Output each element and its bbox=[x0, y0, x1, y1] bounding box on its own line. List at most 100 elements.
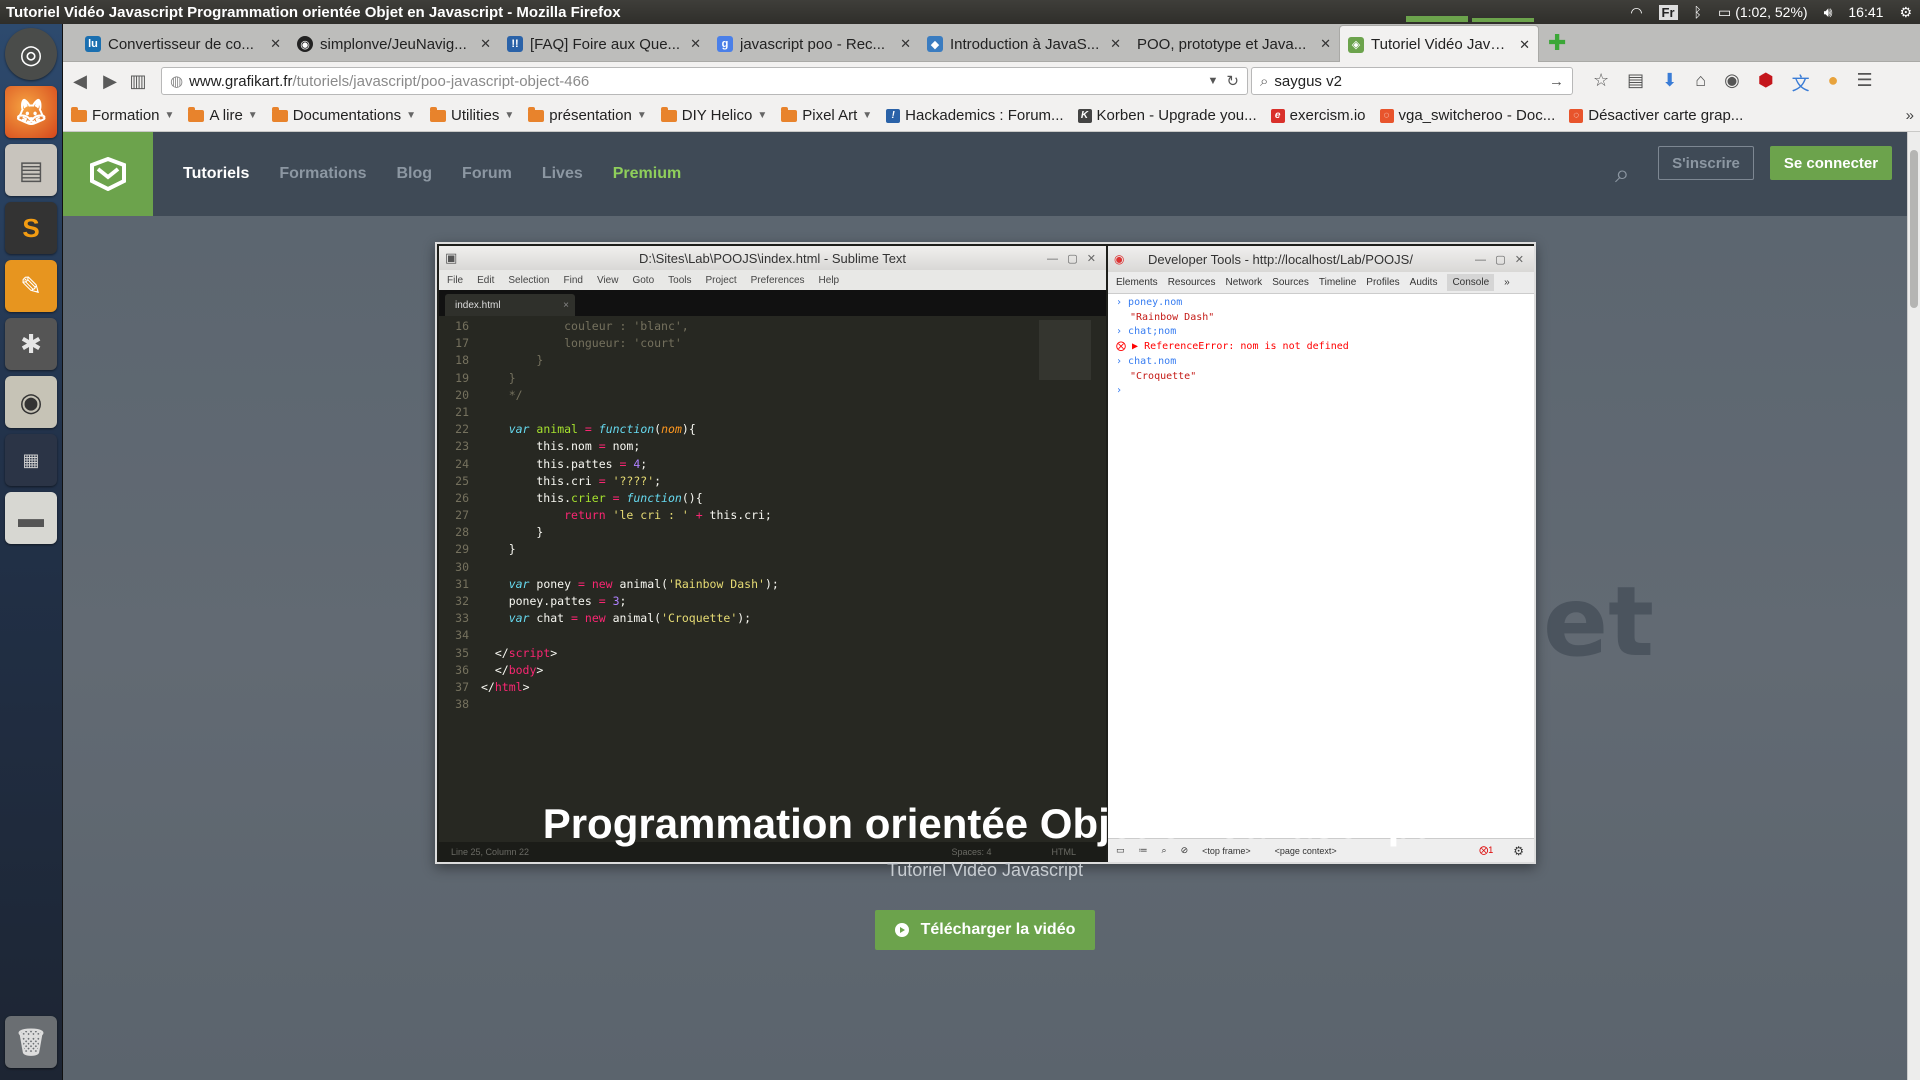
download-icon[interactable]: ⬇ bbox=[1662, 70, 1677, 96]
system-top-bar: Tutoriel Vidéo Javascript Programmation … bbox=[0, 0, 1920, 24]
dropdown-icon[interactable]: ▼ bbox=[1208, 75, 1219, 87]
devtools-tab: Elements bbox=[1116, 277, 1158, 288]
battery-indicator[interactable]: ▭ (1:02, 52%) bbox=[1718, 4, 1808, 21]
wifi-icon[interactable]: ◠ bbox=[1630, 4, 1642, 21]
tab-label: javascript poo - Rec... bbox=[740, 35, 886, 53]
bookmark-folder-utilities[interactable]: Utilities ▼ bbox=[430, 106, 515, 124]
chat-icon[interactable]: ◉ bbox=[1724, 70, 1740, 96]
bookmark-star-icon[interactable]: ☆ bbox=[1593, 70, 1609, 96]
close-icon[interactable]: ✕ bbox=[1110, 36, 1121, 52]
adblock-icon[interactable]: ⬢ bbox=[1758, 70, 1774, 96]
site-info-icon[interactable]: ◍ bbox=[170, 72, 183, 90]
bookmark-desactiver-carte[interactable]: ◌ Désactiver carte grap... bbox=[1569, 107, 1743, 124]
menu-icon[interactable]: ☰ bbox=[1856, 70, 1872, 96]
firefox-launcher-icon[interactable]: 🦊︎ bbox=[5, 86, 57, 138]
close-icon[interactable]: ✕ bbox=[1320, 36, 1331, 52]
devtools-console: › poney.nom "Rainbow Dash" › chat;nom ⨂ … bbox=[1108, 294, 1534, 399]
new-tab-icon[interactable]: ✚ bbox=[1548, 30, 1566, 56]
search-go-icon[interactable]: → bbox=[1549, 73, 1564, 90]
home-icon[interactable]: ⌂ bbox=[1695, 70, 1706, 96]
keyboard-layout[interactable]: Fr bbox=[1658, 4, 1678, 20]
system-settings-launcher-icon[interactable]: ✱ bbox=[5, 318, 57, 370]
tab-0[interactable]: lu Convertisseur de co... ✕ bbox=[77, 26, 289, 62]
tab-4[interactable]: ◆ Introduction à JavaS... ✕ bbox=[919, 26, 1129, 62]
close-icon: × bbox=[563, 299, 569, 311]
tab-1[interactable]: ◉ simplonve/JeuNavig... ✕ bbox=[289, 26, 499, 62]
nav-forum[interactable]: Forum bbox=[462, 165, 512, 183]
clock[interactable]: 16:41 bbox=[1848, 4, 1883, 20]
nav-tutoriels[interactable]: Tutoriels bbox=[183, 165, 249, 183]
dash-home-icon[interactable]: ◎ bbox=[5, 28, 57, 80]
reading-list-icon[interactable]: ▤ bbox=[1627, 70, 1644, 96]
back-icon[interactable]: ◀ bbox=[69, 71, 91, 92]
sidebar-icon[interactable]: ▥ bbox=[127, 71, 149, 92]
bookmark-folder-presentation[interactable]: présentation ▼ bbox=[528, 106, 647, 124]
bluetooth-icon[interactable]: ᛒ bbox=[1694, 4, 1702, 20]
search-icon[interactable]: ⌕ bbox=[1615, 158, 1630, 190]
chevron-down-icon: ▼ bbox=[164, 110, 175, 121]
bookmark-vga-switcheroo[interactable]: ◌ vga_switcheroo - Doc... bbox=[1379, 107, 1555, 124]
folder-icon bbox=[660, 106, 677, 122]
bookmarks-overflow-icon[interactable]: » bbox=[1906, 107, 1914, 124]
drive-launcher-icon[interactable]: ▬ bbox=[5, 492, 57, 544]
chevron-down-icon: ▼ bbox=[504, 110, 515, 121]
menu-item: Help bbox=[818, 274, 840, 286]
unity-launcher: ◎ 🦊︎ ▤ S ✎ ✱ ◉ ▦ ▬ 🗑︎ bbox=[0, 24, 63, 1080]
reload-icon[interactable]: ↻ bbox=[1226, 72, 1239, 90]
page-subtitle: Tutoriel Vidéo Javascript bbox=[886, 860, 1084, 880]
download-video-button[interactable]: Télécharger la vidéo bbox=[875, 910, 1095, 950]
forward-icon[interactable]: ▶ bbox=[99, 71, 121, 92]
url-bar[interactable]: ◍ www.grafikart.fr/tutoriels/javascript/… bbox=[161, 67, 1248, 95]
nav-premium[interactable]: Premium bbox=[613, 165, 681, 183]
github-icon: ◉ bbox=[297, 36, 313, 52]
window-title: Tutoriel Vidéo Javascript Programmation … bbox=[6, 3, 621, 21]
tab-3[interactable]: g javascript poo - Rec... ✕ bbox=[709, 26, 919, 62]
close-icon[interactable]: ✕ bbox=[480, 36, 491, 52]
battery-icon: ▭ bbox=[1717, 3, 1732, 20]
close-icon[interactable]: ✕ bbox=[270, 36, 281, 52]
close-icon[interactable]: ✕ bbox=[690, 36, 701, 52]
bookmark-korben[interactable]: K Korben - Upgrade you... bbox=[1077, 107, 1257, 124]
video-preview[interactable]: ▣ D:\Sites\Lab\POOJS\index.html - Sublim… bbox=[435, 242, 1536, 864]
files-launcher-icon[interactable]: ▤ bbox=[5, 144, 57, 196]
tab-label: simplonve/JeuNavig... bbox=[320, 35, 467, 53]
workspace-switcher-icon[interactable]: ▦ bbox=[5, 434, 57, 486]
trash-icon[interactable]: 🗑︎ bbox=[5, 1016, 57, 1068]
bookmark-favicon-icon: ! bbox=[886, 108, 901, 123]
close-icon[interactable]: ✕ bbox=[1519, 37, 1530, 53]
translate-icon[interactable]: 文 bbox=[1792, 70, 1810, 96]
bookmark-folder-pixel-art[interactable]: Pixel Art ▼ bbox=[781, 106, 872, 124]
tab-5[interactable]: POO, prototype et Java... ✕ bbox=[1129, 26, 1339, 62]
extension-icon[interactable]: ● bbox=[1828, 70, 1839, 96]
search-bar[interactable]: ⌕ saygus v2 → bbox=[1251, 67, 1573, 95]
chrome-icon: ◉ bbox=[1114, 252, 1125, 266]
bookmark-folder-a-lire[interactable]: A lire ▼ bbox=[188, 106, 258, 124]
search-input[interactable]: saygus v2 bbox=[1274, 73, 1342, 90]
sublime-text-launcher-icon[interactable]: S bbox=[5, 202, 57, 254]
nav-formations[interactable]: Formations bbox=[279, 165, 366, 183]
sublime-titlebar: ▣ D:\Sites\Lab\POOJS\index.html - Sublim… bbox=[439, 246, 1106, 270]
page-title: Programmation orientée Objet en Javascri… bbox=[542, 800, 1428, 847]
signup-button[interactable]: S'inscrire bbox=[1658, 146, 1754, 180]
console-line: › chat;nom bbox=[1116, 326, 1177, 338]
login-button[interactable]: Se connecter bbox=[1770, 146, 1892, 180]
speaker-app-launcher-icon[interactable]: ◉ bbox=[5, 376, 57, 428]
bookmark-hackademics[interactable]: ! Hackademics : Forum... bbox=[886, 107, 1064, 124]
gimp-launcher-icon[interactable]: ✎ bbox=[5, 260, 57, 312]
bookmark-folder-documentations[interactable]: Documentations ▼ bbox=[271, 106, 416, 124]
tab-6-active[interactable]: ◈ Tutoriel Vidéo Javas... ✕ bbox=[1339, 25, 1539, 63]
bookmark-folder-diy-helico[interactable]: DIY Helico ▼ bbox=[660, 106, 767, 124]
nav-lives[interactable]: Lives bbox=[542, 165, 583, 183]
bookmark-exercism[interactable]: e exercism.io bbox=[1270, 107, 1366, 124]
scrollbar-thumb[interactable] bbox=[1910, 150, 1918, 308]
vertical-scrollbar[interactable] bbox=[1907, 132, 1920, 1080]
grafikart-logo-icon[interactable] bbox=[63, 132, 153, 216]
tab-2[interactable]: !! [FAQ] Foire aux Que... ✕ bbox=[499, 26, 709, 62]
volume-icon[interactable]: 🔊︎ bbox=[1824, 4, 1833, 21]
menu-item: Edit bbox=[477, 274, 495, 286]
close-icon[interactable]: ✕ bbox=[900, 36, 911, 52]
settings-gear-icon[interactable]: ⚙ bbox=[1899, 4, 1912, 21]
nav-blog[interactable]: Blog bbox=[397, 165, 433, 183]
bookmark-folder-formation[interactable]: Formation ▼ bbox=[71, 106, 175, 124]
menu-item: Tools bbox=[668, 274, 692, 286]
